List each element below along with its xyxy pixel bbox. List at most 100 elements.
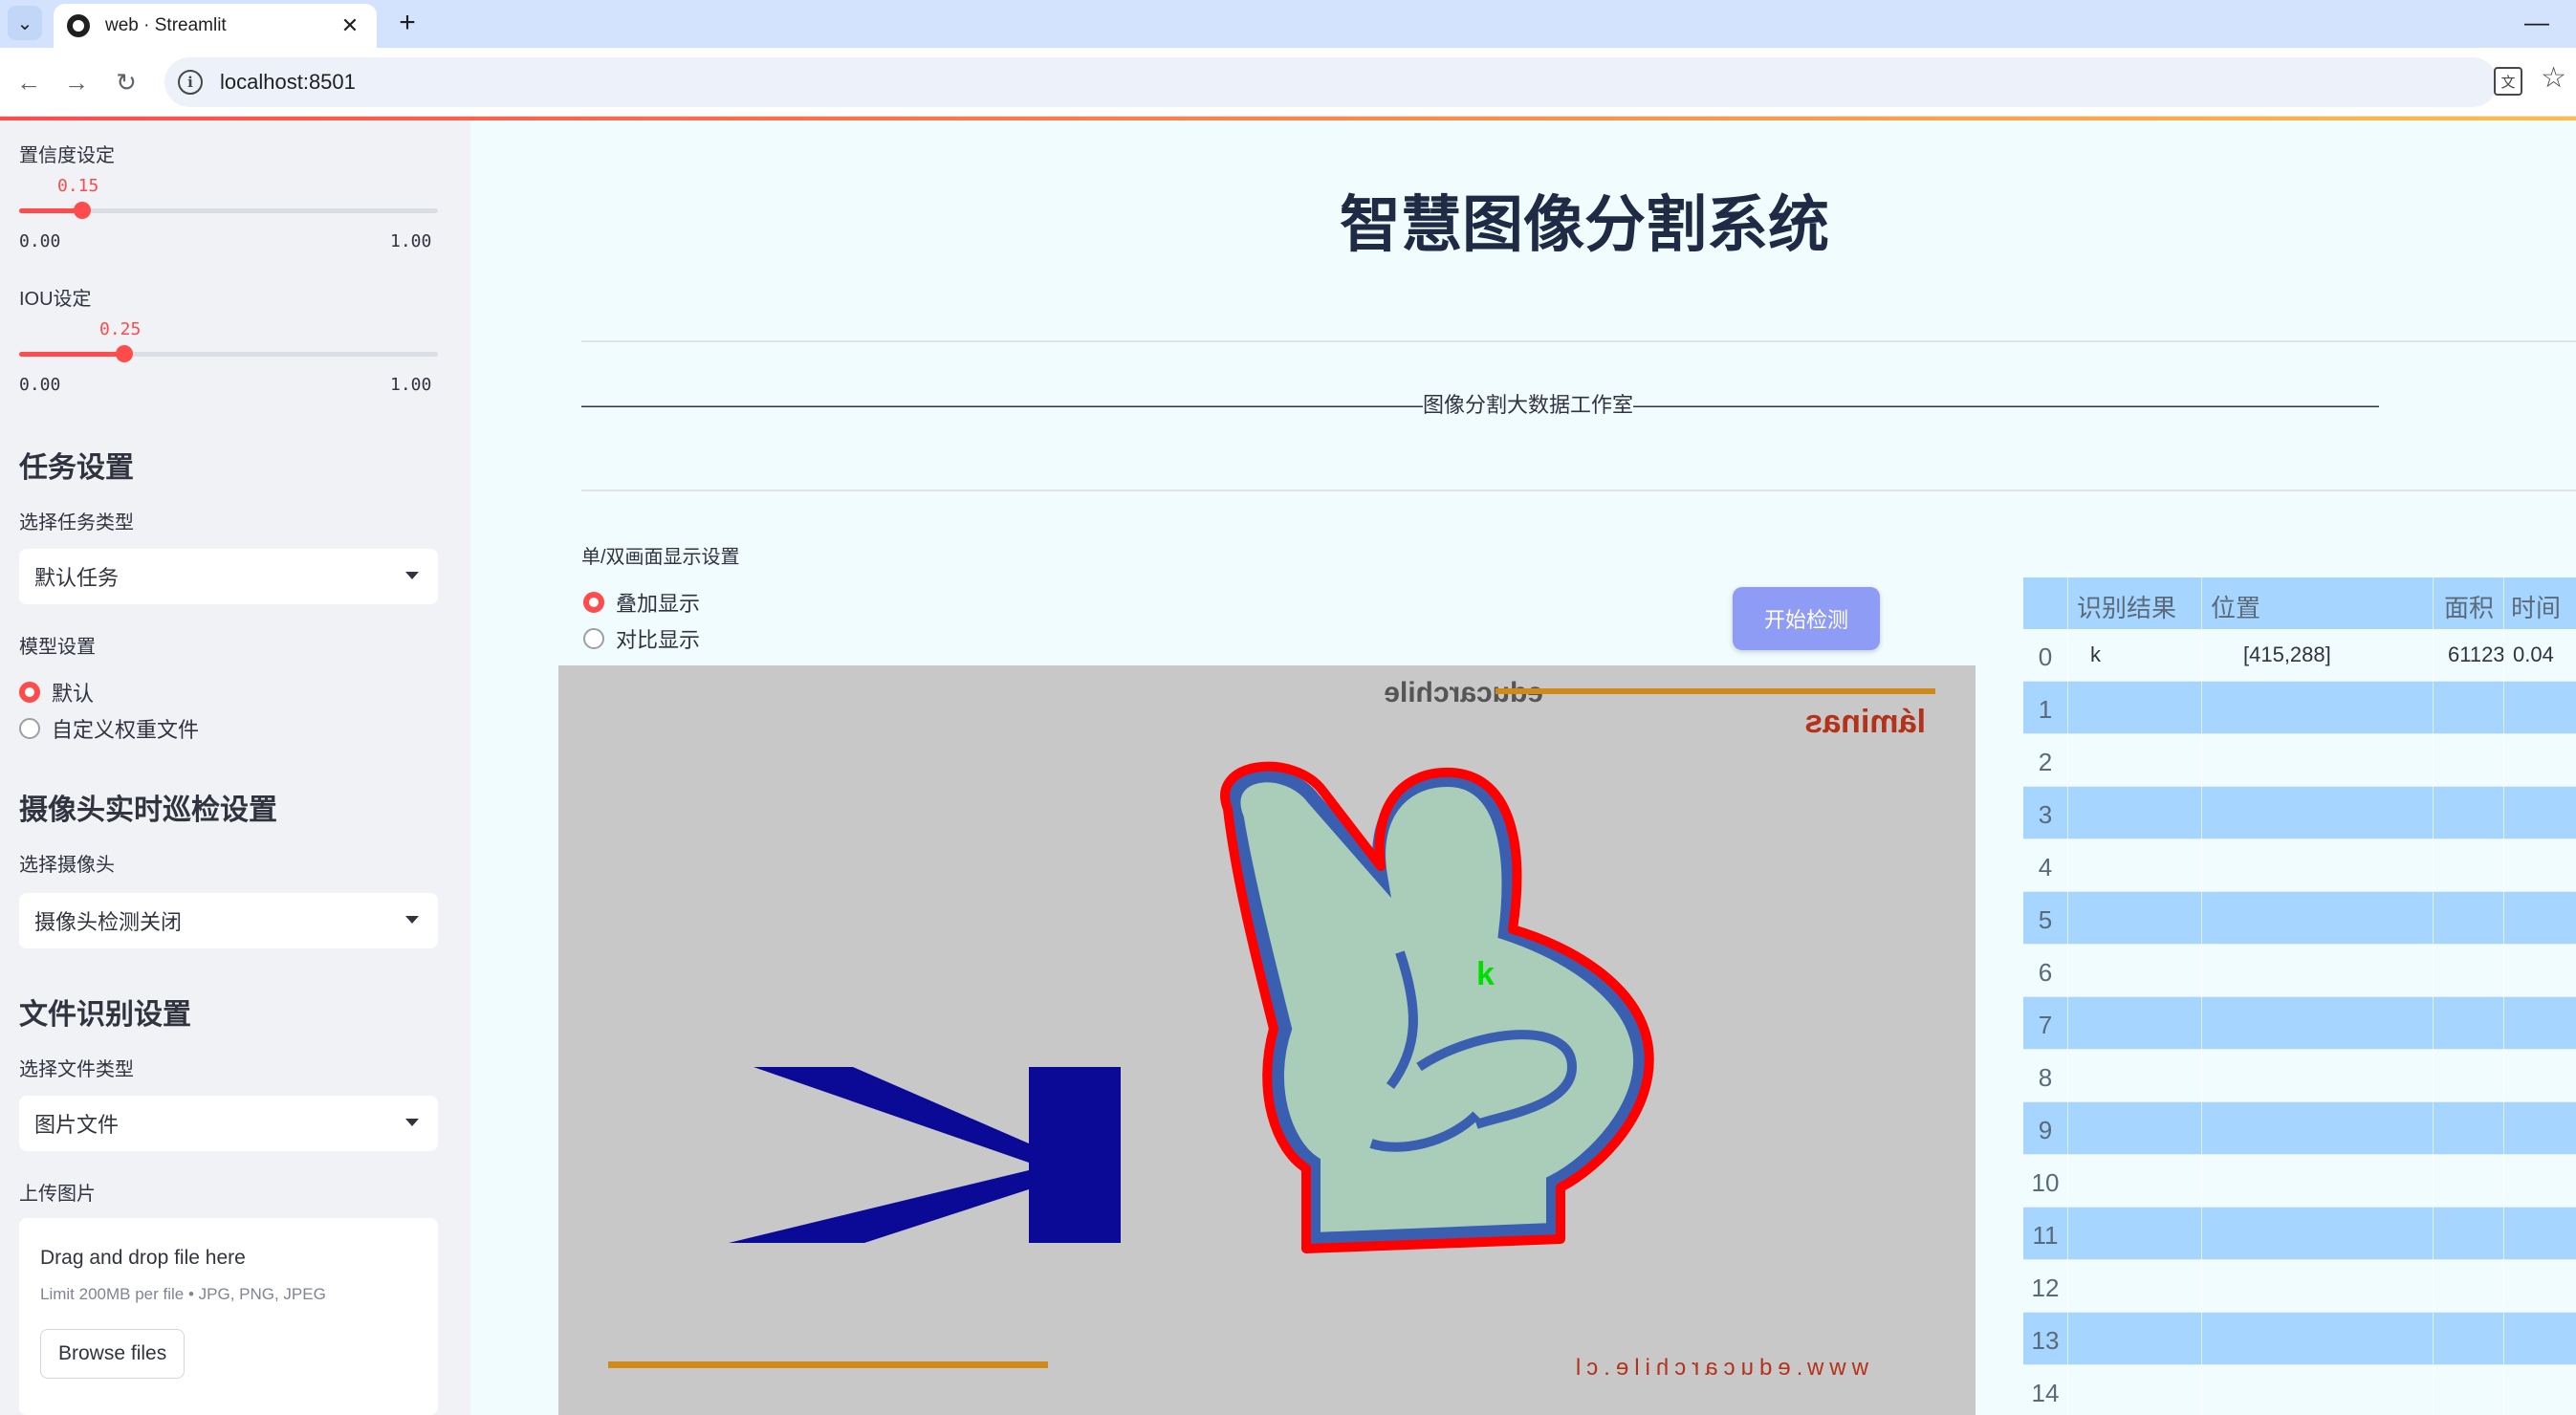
file-type-value: 图片文件 [34,1113,120,1137]
table-row[interactable]: 12 [2023,1260,2576,1313]
orange-stripe [1495,688,1935,694]
row-index: 2 [2038,748,2053,776]
task-type-label: 选择任务类型 [19,512,134,533]
file-type-label: 选择文件类型 [19,1059,134,1080]
radio-unselected-icon[interactable] [583,628,604,649]
confidence-slider-thumb[interactable] [73,202,91,219]
display-option-label: 叠加显示 [616,592,701,616]
table-row[interactable]: 5 [2023,892,2576,945]
forward-arrow-icon[interactable]: → [57,63,96,101]
row-index: 8 [2038,1063,2053,1092]
row-index: 0 [2038,642,2053,671]
url-mirrored-text: www.educarchile.cl [1570,1355,1869,1381]
column-divider [2067,577,2068,1415]
table-cell: [415,288] [2243,642,2331,666]
address-bar[interactable]: i localhost:8501 [164,57,2498,107]
header-class: 识别结果 [2077,594,2177,622]
row-index: 3 [2038,800,2053,829]
display-mode-label: 单/双画面显示设置 [581,547,740,568]
header-area: 面积 [2444,594,2495,622]
new-tab-plus-icon[interactable]: + [390,6,425,40]
tab-title: web · Streamlit [105,15,227,35]
table-row[interactable]: 9 [2023,1102,2576,1155]
confidence-slider-fill [19,208,82,213]
url-text: localhost:8501 [220,70,356,94]
table-row[interactable]: 7 [2023,997,2576,1050]
chevron-down-icon [405,1119,419,1126]
bookmark-star-icon[interactable]: ☆ [2541,61,2566,95]
file-type-select[interactable]: 图片文件 [19,1096,438,1151]
model-option-default[interactable]: 默认 [19,677,94,708]
header-time: 时间 [2511,594,2562,622]
segmentation-result-svg: educarchile láminas www.educarchile.cl k [558,665,1976,1415]
table-row[interactable]: 8 [2023,1050,2576,1102]
site-info-icon[interactable]: i [178,70,203,95]
main-content: 智慧图像分割系统 ———————————————————————————————… [470,120,2576,1415]
table-row[interactable]: 1 [2023,682,2576,734]
table-row[interactable]: 2 [2023,734,2576,787]
tab-list-chevron-icon[interactable]: ⌄ [8,6,42,40]
divider [581,490,2576,491]
divider [581,340,2576,342]
orange-stripe [608,1361,1048,1368]
radio-selected-icon[interactable] [19,682,40,703]
table-row[interactable]: 3 [2023,787,2576,839]
table-row[interactable]: 0 k [415,288] 61123 0.04 [2023,629,2576,682]
table-row[interactable]: 13 [2023,1313,2576,1365]
back-arrow-icon[interactable]: ← [10,63,48,101]
table-row[interactable]: 6 [2023,945,2576,997]
iou-slider[interactable] [19,345,438,362]
results-table[interactable]: 识别结果 位置 面积 时间 0 k [415,288] 61123 0.04 1 2 3 4 5 6… [2023,577,2576,1415]
confidence-slider[interactable] [19,202,438,219]
row-index: 7 [2038,1011,2053,1039]
browser-tab-bar: ⌄ web · Streamlit ✕ + — [0,0,2576,48]
chevron-down-icon [405,916,419,924]
table-row[interactable]: 4 [2023,839,2576,892]
iou-slider-thumb[interactable] [115,345,133,362]
confidence-value: 0.15 [57,176,99,196]
file-dropzone[interactable]: Drag and drop file here Limit 200MB per … [19,1218,438,1415]
browse-files-button[interactable]: Browse files [40,1329,186,1379]
task-type-select[interactable]: 默认任务 [19,549,438,604]
task-type-value: 默认任务 [34,566,120,590]
translate-icon[interactable]: 文 [2494,67,2522,96]
row-index: 13 [2031,1326,2060,1355]
column-divider [2201,577,2202,1415]
display-option-compare[interactable]: 对比显示 [583,623,700,654]
browser-tab[interactable]: web · Streamlit ✕ [54,4,377,48]
radio-selected-icon[interactable] [583,592,604,613]
row-index: 5 [2038,905,2053,934]
header-position: 位置 [2211,594,2261,622]
model-option-custom[interactable]: 自定义权重文件 [19,713,199,744]
table-row[interactable]: 11 [2023,1208,2576,1260]
display-option-overlay[interactable]: 叠加显示 [583,587,700,618]
start-detection-button[interactable]: 开始检测 [1733,587,1880,650]
page-title: 智慧图像分割系统 [1340,190,1829,259]
table-row[interactable]: 10 [2023,1155,2576,1208]
laminas-mirrored-text: láminas [1804,704,1926,740]
reload-icon[interactable]: ↻ [107,63,145,101]
close-tab-icon[interactable]: ✕ [337,13,363,38]
table-cell: k [2090,642,2101,666]
radio-unselected-icon[interactable] [19,718,40,739]
studio-banner: ————————————————————————————————————————… [581,393,2379,417]
row-index: 14 [2031,1379,2060,1407]
task-settings-heading: 任务设置 [19,452,134,484]
row-index: 12 [2031,1274,2060,1302]
minimize-window-icon[interactable]: — [2524,8,2549,37]
file-settings-heading: 文件识别设置 [19,999,191,1031]
row-index: 10 [2031,1168,2060,1197]
camera-select[interactable]: 摄像头检测关闭 [19,893,438,948]
table-row[interactable]: 14 [2023,1365,2576,1415]
model-option-label: 自定义权重文件 [52,718,200,742]
row-index: 11 [2032,1221,2059,1250]
model-settings-label: 模型设置 [19,637,96,658]
browser-toolbar: ← → ↻ i localhost:8501 文 ☆ [0,48,2576,117]
dropzone-limit-text: Limit 200MB per file • JPG, PNG, JPEG [40,1285,326,1303]
row-index: 1 [2038,695,2053,724]
iou-label: IOU设定 [19,289,92,310]
table-header: 识别结果 位置 面积 时间 [2023,577,2576,629]
iou-min: 0.00 [19,375,61,395]
detection-class-label: k [1476,956,1495,992]
segmentation-result-image: educarchile láminas www.educarchile.cl k [558,665,1976,1415]
